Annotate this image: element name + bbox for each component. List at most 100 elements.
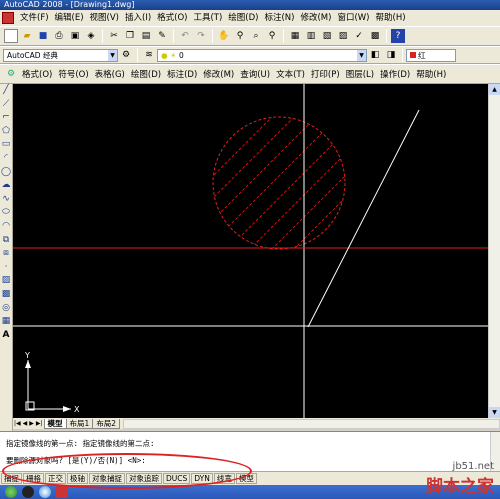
command-window[interactable]: 指定镜像线的第一点: 指定镜像线的第二点: 要删除源对象吗? [是(Y)/否(N… xyxy=(0,431,500,472)
insert-block-icon[interactable]: ⧉ xyxy=(0,234,12,248)
autocad-icon[interactable] xyxy=(2,12,14,24)
revision-cloud-icon[interactable]: ☁ xyxy=(0,179,12,193)
help-icon[interactable]: ? xyxy=(391,29,405,43)
preview-icon[interactable]: ▣ xyxy=(68,29,82,43)
mtext-icon[interactable]: A xyxy=(0,329,12,343)
drawing-area[interactable]: Y X xyxy=(13,84,488,418)
status-otrack[interactable]: 对象追踪 xyxy=(126,473,162,484)
rectangle-icon[interactable]: ▭ xyxy=(0,138,12,152)
vertical-scrollbar[interactable]: ▲ ▼ xyxy=(488,84,500,418)
circle-icon[interactable]: ◯ xyxy=(0,166,12,180)
polygon-icon[interactable]: ⬠ xyxy=(0,125,12,139)
match-properties-icon[interactable]: ✎ xyxy=(155,29,169,43)
scroll-down-icon[interactable]: ▼ xyxy=(489,407,500,418)
tb3-help[interactable]: 帮助(H) xyxy=(413,68,449,80)
tab-last-icon[interactable]: ▶| xyxy=(35,420,44,427)
scroll-up-icon[interactable]: ▲ xyxy=(489,84,500,95)
sheet-set-icon[interactable]: ▨ xyxy=(336,29,350,43)
table-icon[interactable]: ▦ xyxy=(0,315,12,329)
menu-window[interactable]: 窗口(W) xyxy=(334,10,372,26)
status-osnap[interactable]: 对象捕捉 xyxy=(89,473,125,484)
make-current-icon[interactable]: ◧ xyxy=(368,48,382,62)
calculator-icon[interactable]: ▩ xyxy=(368,29,382,43)
menu-modify[interactable]: 修改(M) xyxy=(297,10,334,26)
status-snap[interactable]: 捕捉 xyxy=(1,473,22,484)
menu-draw[interactable]: 绘图(D) xyxy=(225,10,261,26)
menu-view[interactable]: 视图(V) xyxy=(87,10,122,26)
tb3-symbol[interactable]: 符号(O) xyxy=(55,68,91,80)
menu-edit[interactable]: 编辑(E) xyxy=(52,10,87,26)
tb3-format[interactable]: 格式(O) xyxy=(19,68,55,80)
properties-icon[interactable]: ▦ xyxy=(288,29,302,43)
redo-icon[interactable]: ↷ xyxy=(194,29,208,43)
tab-next-icon[interactable]: ▶ xyxy=(28,420,35,427)
menu-file[interactable]: 文件(F) xyxy=(17,10,52,26)
layer-manager-icon[interactable]: ≋ xyxy=(142,48,156,62)
gear-icon[interactable]: ⚙ xyxy=(4,67,18,81)
layer-previous-icon[interactable]: ◨ xyxy=(384,48,398,62)
tb3-dimension[interactable]: 标注(D) xyxy=(164,68,200,80)
layer-dropdown[interactable]: ● ☀ 0 ▼ xyxy=(157,48,367,62)
tb3-operation[interactable]: 操作(D) xyxy=(377,68,413,80)
new-icon[interactable] xyxy=(4,29,18,43)
tab-layout2[interactable]: 布局2 xyxy=(92,418,121,429)
design-center-icon[interactable]: ▥ xyxy=(304,29,318,43)
status-ducs[interactable]: DUCS xyxy=(163,473,191,484)
undo-icon[interactable]: ↶ xyxy=(178,29,192,43)
status-dyn[interactable]: DYN xyxy=(191,473,213,484)
copy-icon[interactable]: ❐ xyxy=(123,29,137,43)
tb3-modify[interactable]: 修改(M) xyxy=(200,68,237,80)
status-polar[interactable]: 极轴 xyxy=(67,473,88,484)
workspace-settings-icon[interactable]: ⚙ xyxy=(119,48,133,62)
arc-icon[interactable]: ◜ xyxy=(0,152,12,166)
zoom-window-icon[interactable]: ⌕ xyxy=(249,29,263,43)
line-icon[interactable]: ╱ xyxy=(0,84,12,98)
region-icon[interactable]: ◎ xyxy=(0,302,12,316)
menu-dimension[interactable]: 标注(N) xyxy=(261,10,297,26)
save-icon[interactable]: ■ xyxy=(36,29,50,43)
tool-palette-icon[interactable]: ▧ xyxy=(320,29,334,43)
open-icon[interactable]: ▰ xyxy=(20,29,34,43)
tb3-layer[interactable]: 图层(L) xyxy=(343,68,377,80)
qq-icon[interactable] xyxy=(22,486,34,498)
tab-prev-icon[interactable]: ◀ xyxy=(22,420,29,427)
autocad-task-icon[interactable] xyxy=(56,486,68,498)
menu-help[interactable]: 帮助(H) xyxy=(373,10,409,26)
tb3-query[interactable]: 查询(U) xyxy=(237,68,273,80)
tb3-draw[interactable]: 绘图(D) xyxy=(128,68,164,80)
status-lineweight[interactable]: 线宽 xyxy=(213,473,235,484)
menu-format[interactable]: 格式(O) xyxy=(154,10,190,26)
tb3-print[interactable]: 打印(P) xyxy=(308,68,343,80)
polyline-icon[interactable]: ⌐ xyxy=(0,111,12,125)
status-ortho[interactable]: 正交 xyxy=(45,473,66,484)
menu-tools[interactable]: 工具(T) xyxy=(190,10,225,26)
ellipse-icon[interactable]: ⬭ xyxy=(0,206,12,220)
command-scrollbar[interactable] xyxy=(490,432,500,472)
tb3-text[interactable]: 文本(T) xyxy=(273,68,308,80)
spline-icon[interactable]: ∿ xyxy=(0,193,12,207)
horizontal-scrollbar[interactable] xyxy=(123,418,500,429)
pan-icon[interactable]: ✋ xyxy=(217,29,231,43)
hatch-icon[interactable]: ▨ xyxy=(0,274,12,288)
publish-icon[interactable]: ◈ xyxy=(84,29,98,43)
tab-first-icon[interactable]: |◀ xyxy=(13,420,22,427)
workspace-dropdown[interactable]: AutoCAD 经典 ▼ xyxy=(3,48,118,62)
start-orb-icon[interactable] xyxy=(5,486,17,498)
plot-icon[interactable]: ⎙ xyxy=(52,29,66,43)
gradient-icon[interactable]: ▩ xyxy=(0,288,12,302)
zoom-previous-icon[interactable]: ⚲ xyxy=(265,29,279,43)
cut-icon[interactable]: ✂ xyxy=(107,29,121,43)
zoom-realtime-icon[interactable]: ⚲ xyxy=(233,29,247,43)
construction-line-icon[interactable]: ⟋ xyxy=(0,98,12,112)
browser-icon[interactable] xyxy=(39,486,51,498)
point-icon[interactable]: · xyxy=(0,261,12,275)
tab-layout1[interactable]: 布局1 xyxy=(65,418,94,429)
status-grid[interactable]: 栅格 xyxy=(23,473,44,484)
command-prompt-line[interactable]: 要删除源对象吗? [是(Y)/否(N)] <N>: xyxy=(6,455,146,466)
color-dropdown[interactable]: 红 xyxy=(406,48,456,62)
markup-icon[interactable]: ✓ xyxy=(352,29,366,43)
hatched-circle[interactable] xyxy=(212,116,346,250)
paste-icon[interactable]: ▤ xyxy=(139,29,153,43)
ellipse-arc-icon[interactable]: ◠ xyxy=(0,220,12,234)
tab-model[interactable]: 模型 xyxy=(43,418,67,429)
